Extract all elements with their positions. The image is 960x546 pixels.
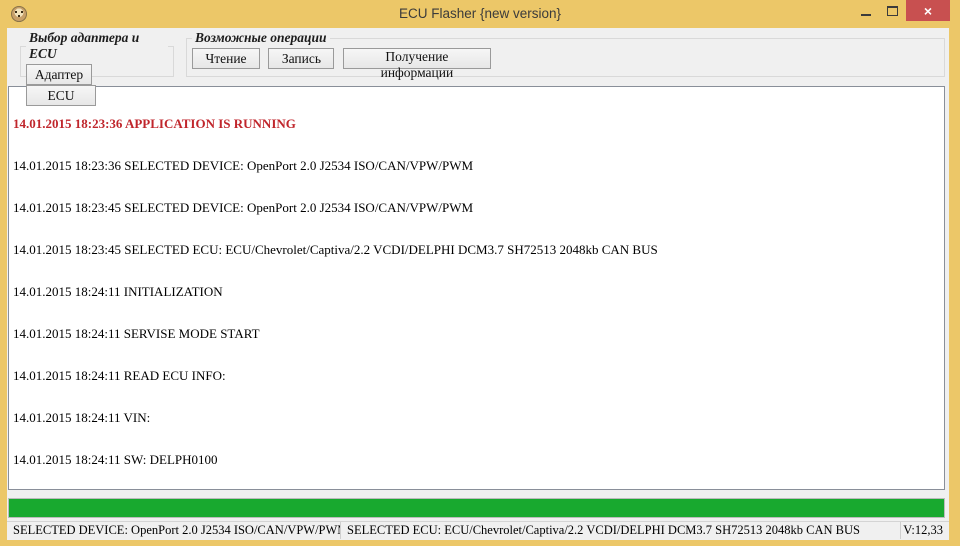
maximize-button[interactable] (879, 0, 906, 21)
log-textbox[interactable]: 14.01.2015 18:23:36 APPLICATION IS RUNNI… (8, 86, 945, 490)
group-adapter-label: Выбор адаптера и ECU (29, 30, 140, 61)
log-line: 14.01.2015 18:24:11 SW: DELPH0100 (13, 452, 218, 467)
window-controls: × (852, 0, 950, 21)
group-operations: Возможные операции Чтение Запись Получен… (186, 30, 945, 80)
minimize-button[interactable] (852, 0, 879, 21)
group-adapter-selection: Выбор адаптера и ECU Адаптер ECU (20, 30, 174, 106)
log-line: 14.01.2015 18:24:11 SERVISE MODE START (13, 326, 260, 341)
adapter-button[interactable]: Адаптер (26, 64, 92, 85)
progress-bar (8, 498, 945, 518)
app-window: ECU Flasher {new version} × Выбор адапте… (0, 0, 960, 546)
minimize-icon (860, 13, 871, 16)
progress-fill (9, 499, 944, 517)
toolbar: Выбор адаптера и ECU Адаптер ECU Возможн… (7, 28, 949, 106)
status-selected-ecu: SELECTED ECU: ECU/Chevrolet/Captiva/2.2 … (340, 522, 900, 539)
status-bar: SELECTED DEVICE: OpenPort 2.0 J2534 ISO/… (7, 521, 949, 539)
log-line: 14.01.2015 18:24:11 INITIALIZATION (13, 284, 223, 299)
read-button[interactable]: Чтение (192, 48, 260, 69)
log-line: 14.01.2015 18:24:11 READ ECU INFO: (13, 368, 226, 383)
log-line: 14.01.2015 18:23:45 SELECTED DEVICE: Ope… (13, 200, 474, 215)
log-line: 14.01.2015 18:23:36 SELECTED DEVICE: Ope… (13, 158, 474, 173)
log-line: 14.01.2015 18:23:45 SELECTED ECU: ECU/Ch… (13, 242, 658, 257)
ecu-button[interactable]: ECU (26, 85, 96, 106)
close-button[interactable]: × (906, 0, 950, 21)
write-button[interactable]: Запись (268, 48, 335, 69)
log-line: 14.01.2015 18:23:36 APPLICATION IS RUNNI… (13, 116, 296, 131)
titlebar[interactable]: ECU Flasher {new version} × (0, 0, 960, 28)
client-area: Выбор адаптера и ECU Адаптер ECU Возможн… (7, 28, 949, 540)
maximize-icon (887, 5, 898, 16)
log-line: 14.01.2015 18:24:11 VIN: (13, 410, 151, 425)
close-icon: × (923, 2, 933, 19)
status-selected-device: SELECTED DEVICE: OpenPort 2.0 J2534 ISO/… (13, 523, 340, 537)
window-title: ECU Flasher {new version} (398, 6, 562, 21)
status-voltage: V:12,33 (900, 522, 949, 539)
group-operations-label: Возможные операции (195, 30, 327, 45)
get-info-button[interactable]: Получение информации (342, 48, 491, 80)
